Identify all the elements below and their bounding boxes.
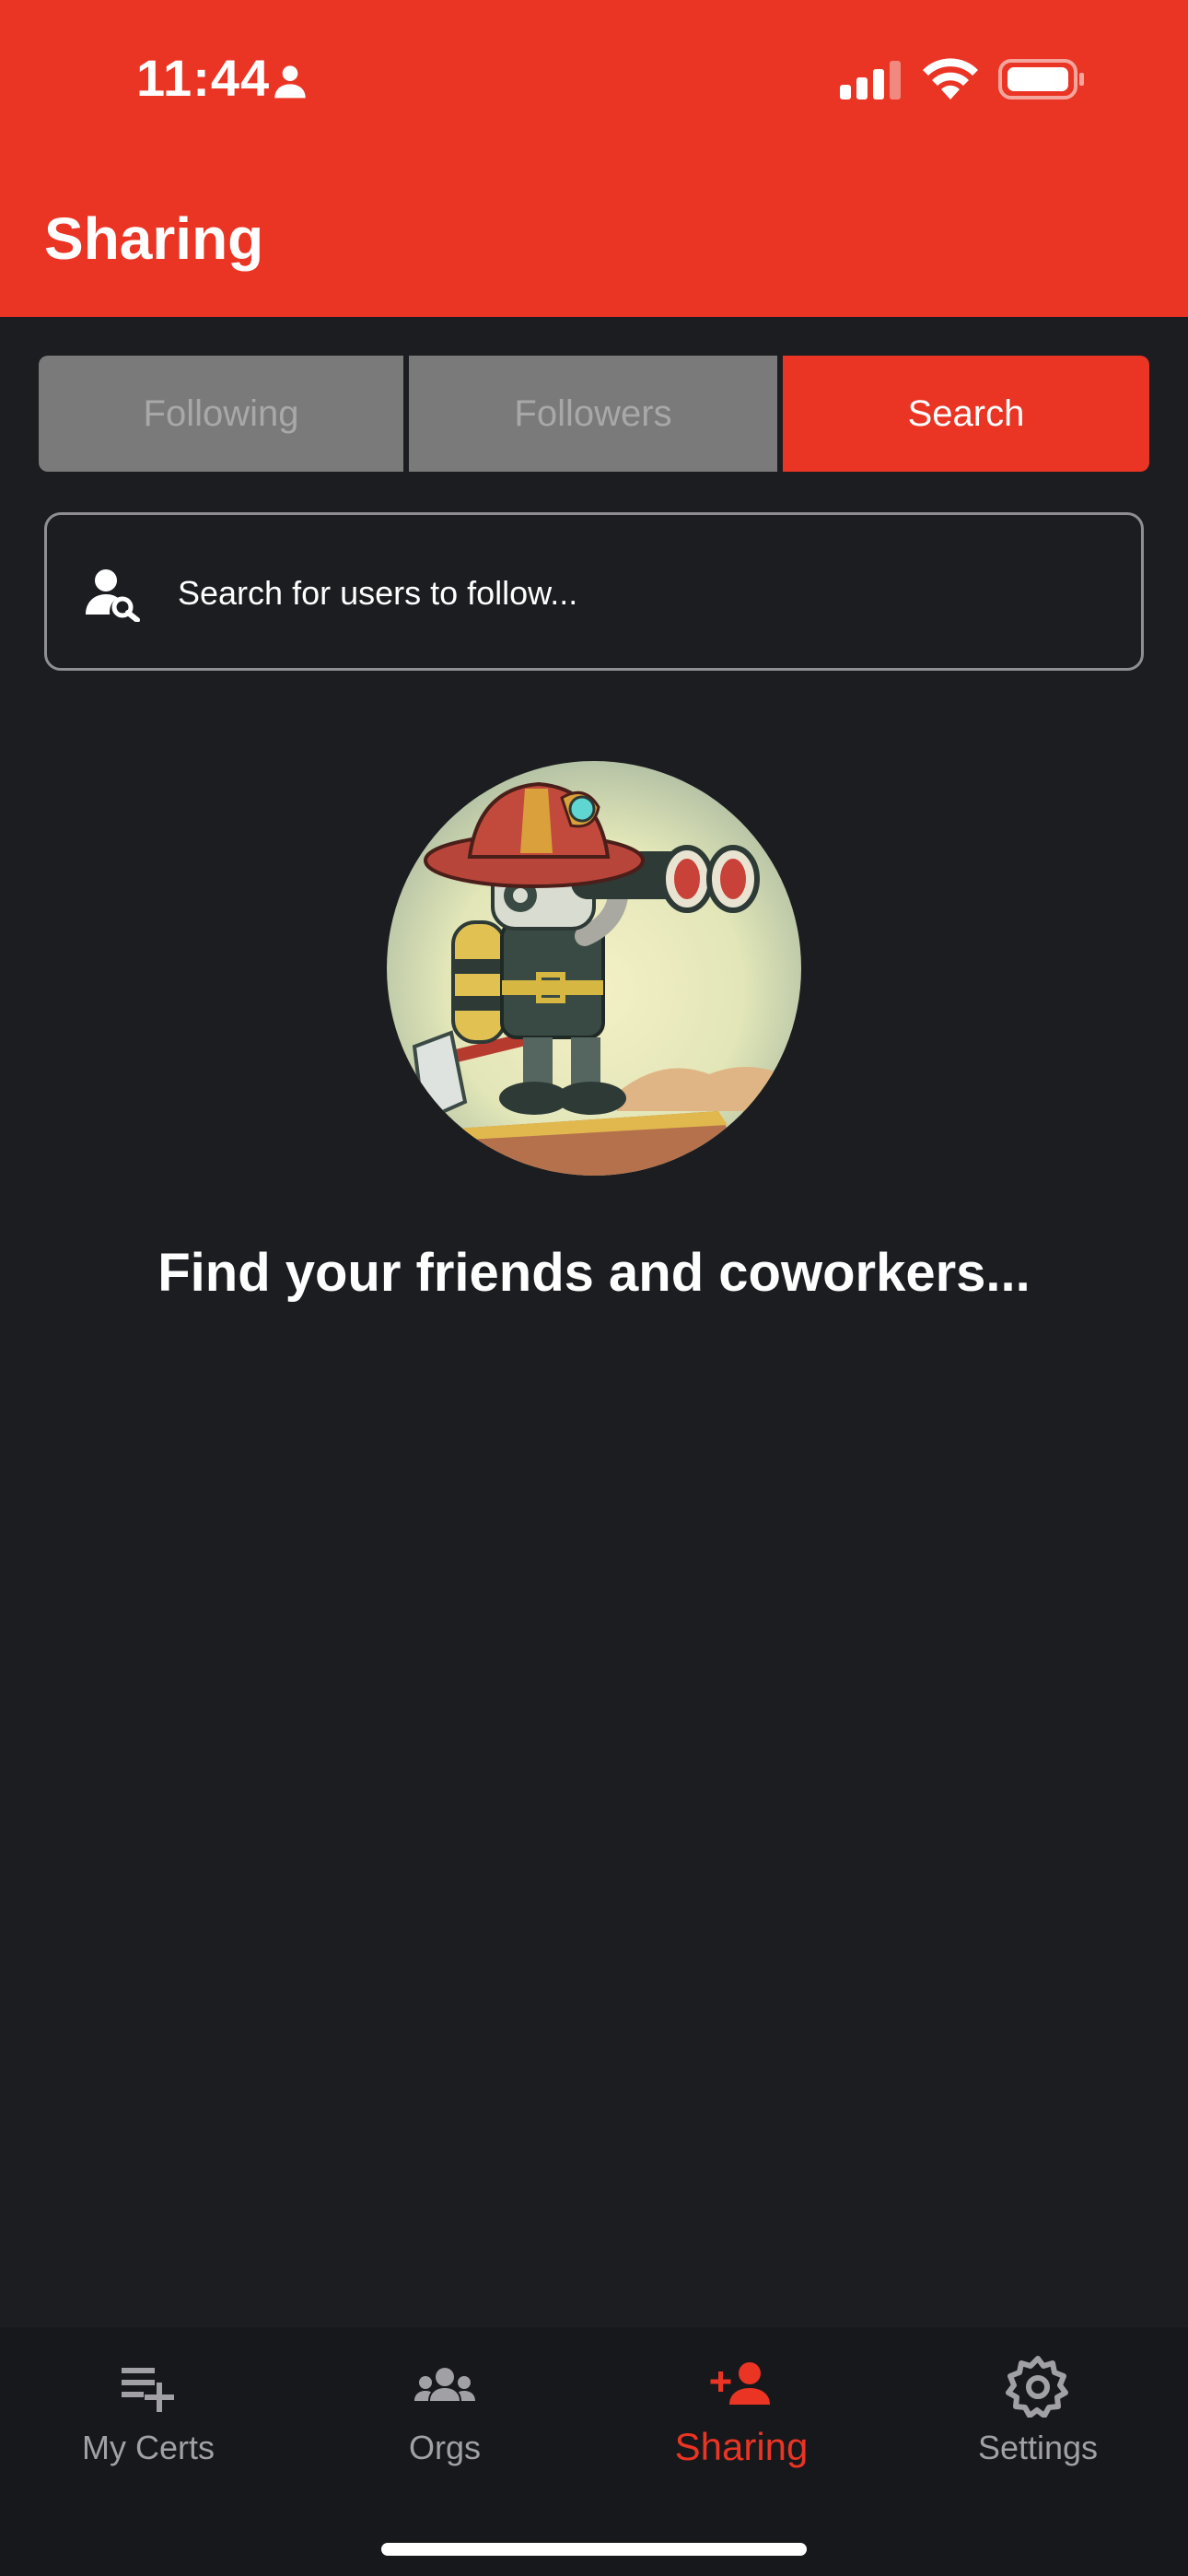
gear-icon <box>1006 2356 1068 2418</box>
empty-state-illustration <box>387 761 801 1176</box>
search-field-container[interactable] <box>44 512 1144 671</box>
tab-followers[interactable]: Followers <box>409 356 777 472</box>
segmented-tabs: Following Followers Search <box>39 356 1149 472</box>
playlist-add-icon <box>122 2368 174 2412</box>
nav-orgs[interactable]: Orgs <box>297 2353 593 2500</box>
nav-settings[interactable]: Settings <box>890 2353 1186 2500</box>
nav-my-certs[interactable]: My Certs <box>0 2353 297 2500</box>
status-time: 11:44 <box>136 49 271 107</box>
bottom-tab-bar: My Certs Orgs Sharing Settings <box>0 2327 1188 2576</box>
group-icon <box>414 2368 475 2401</box>
firefighter-robot-image <box>387 761 801 1176</box>
tab-following[interactable]: Following <box>39 356 403 472</box>
tab-search[interactable]: Search <box>783 356 1149 472</box>
nav-label-orgs: Orgs <box>408 2429 481 2466</box>
empty-state-message: Find your friends and coworkers... <box>157 1243 1031 1303</box>
home-indicator[interactable] <box>381 2543 807 2556</box>
person-status-icon <box>274 65 306 99</box>
person-add-icon <box>710 2362 770 2405</box>
app-screen: 11:44 Sharing Following Followers Search <box>0 0 1188 2576</box>
header-bar: 11:44 Sharing <box>0 0 1188 317</box>
page-title: Sharing <box>44 205 264 272</box>
cellular-signal-icon <box>840 61 901 100</box>
nav-label-my-certs: My Certs <box>82 2429 215 2466</box>
user-search-icon <box>86 569 140 622</box>
wifi-icon <box>923 58 978 100</box>
search-input[interactable] <box>176 563 1101 624</box>
battery-icon <box>998 59 1084 100</box>
nav-label-settings: Settings <box>977 2429 1099 2466</box>
nav-label-sharing: Sharing <box>674 2425 809 2468</box>
nav-sharing[interactable]: Sharing <box>593 2353 890 2500</box>
